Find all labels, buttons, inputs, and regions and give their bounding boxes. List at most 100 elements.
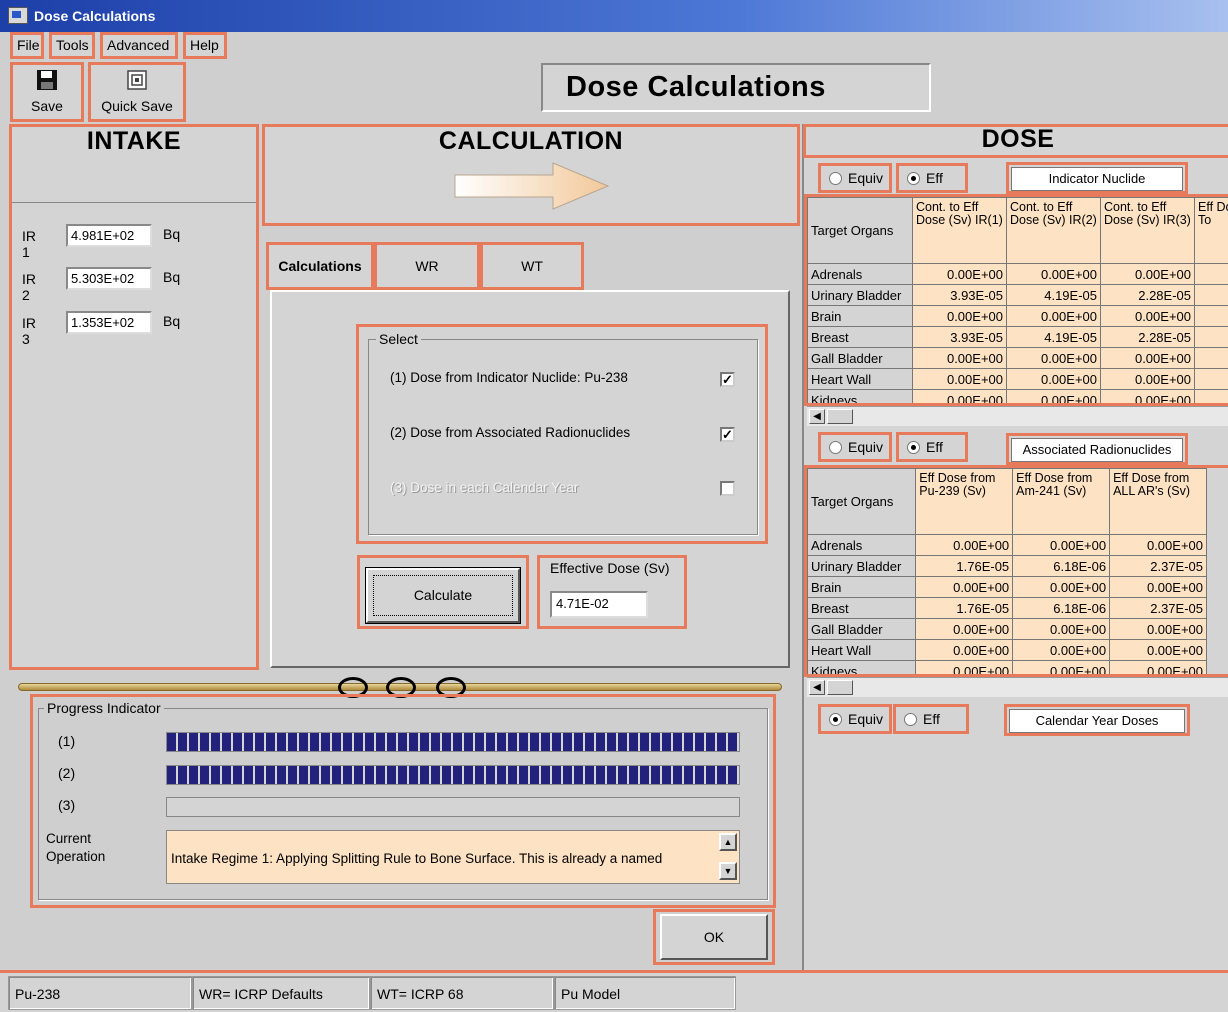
dose-cell[interactable]: 0.00E+00 <box>1012 639 1111 661</box>
dose-cell[interactable] <box>1194 263 1228 285</box>
dose-cell[interactable]: 0.00E+00 <box>1012 576 1111 598</box>
organ-cell[interactable]: Kidneys <box>807 389 913 403</box>
dose-cell[interactable]: 0.00E+00 <box>1109 534 1207 556</box>
tab-wt[interactable]: WT <box>480 242 584 290</box>
menu-file[interactable]: File <box>10 32 44 59</box>
associated-equiv-radio[interactable]: Equiv <box>818 432 892 462</box>
dose-cell[interactable]: 2.28E-05 <box>1100 284 1195 306</box>
dose-cell[interactable]: 2.28E-05 <box>1100 326 1195 348</box>
organ-cell[interactable]: Brain <box>807 305 913 327</box>
organ-cell[interactable]: Breast <box>807 597 917 619</box>
dose-cell[interactable]: 0.00E+00 <box>1100 347 1195 369</box>
calendar-eff-radio[interactable]: Eff <box>893 704 969 734</box>
dose-cell[interactable]: 4.19E-05 <box>1006 284 1101 306</box>
dose-cell[interactable]: 1.76E-05 <box>915 555 1014 577</box>
option1-checkbox[interactable]: ✓ <box>720 372 735 387</box>
associated-hscroll[interactable]: ◀ <box>807 677 1228 697</box>
intake-heading: INTAKE <box>86 127 182 155</box>
organ-cell[interactable]: Urinary Bladder <box>807 284 913 306</box>
ir2-label: IR 2 <box>22 271 36 303</box>
dose-cell[interactable]: 0.00E+00 <box>1012 534 1111 556</box>
organ-cell[interactable]: Heart Wall <box>807 639 917 661</box>
indicator-eff-radio[interactable]: Eff <box>896 163 968 193</box>
ir2-input[interactable] <box>66 267 152 290</box>
organ-cell[interactable]: Urinary Bladder <box>807 555 917 577</box>
dose-cell[interactable]: 0.00E+00 <box>1012 618 1111 640</box>
scroll-left-icon[interactable]: ◀ <box>809 409 825 424</box>
dose-cell[interactable]: 0.00E+00 <box>1006 263 1101 285</box>
dose-cell[interactable]: 0.00E+00 <box>1109 639 1207 661</box>
organ-cell[interactable]: Adrenals <box>807 263 913 285</box>
scroll-left-icon[interactable]: ◀ <box>809 680 825 695</box>
indicator-equiv-radio[interactable]: Equiv <box>818 163 892 193</box>
organ-cell[interactable]: Kidneys <box>807 660 917 674</box>
scroll-down-button[interactable]: ▼ <box>719 862 737 880</box>
dose-cell[interactable]: 0.00E+00 <box>1109 660 1207 674</box>
dose-cell[interactable] <box>1194 305 1228 327</box>
dose-cell[interactable]: 2.37E-05 <box>1109 597 1207 619</box>
dose-cell[interactable]: 3.93E-05 <box>912 326 1007 348</box>
dose-cell[interactable] <box>1194 347 1228 369</box>
tab-calculations[interactable]: Calculations <box>266 242 374 290</box>
dose-cell[interactable]: 1.76E-05 <box>915 597 1014 619</box>
ir3-input[interactable] <box>66 311 152 334</box>
dose-cell[interactable]: 0.00E+00 <box>1109 576 1207 598</box>
dose-cell[interactable]: 0.00E+00 <box>912 305 1007 327</box>
dose-cell[interactable]: 0.00E+00 <box>1012 660 1111 674</box>
dose-cell[interactable]: 0.00E+00 <box>915 534 1014 556</box>
dose-cell[interactable] <box>1194 368 1228 390</box>
dose-cell[interactable]: 0.00E+00 <box>1100 305 1195 327</box>
ir1-label: IR 1 <box>22 228 36 260</box>
dose-cell[interactable]: 4.19E-05 <box>1006 326 1101 348</box>
dose-cell[interactable]: 0.00E+00 <box>915 639 1014 661</box>
dose-cell[interactable]: 0.00E+00 <box>912 347 1007 369</box>
dose-cell[interactable]: 0.00E+00 <box>912 263 1007 285</box>
organ-cell[interactable]: Gall Bladder <box>807 618 917 640</box>
scroll-up-button[interactable]: ▲ <box>719 833 737 851</box>
dose-cell[interactable]: 0.00E+00 <box>1100 263 1195 285</box>
effective-dose-field[interactable]: 4.71E-02 <box>550 591 648 618</box>
ok-button[interactable]: OK <box>660 914 768 960</box>
dose-cell[interactable]: 0.00E+00 <box>915 660 1014 674</box>
calendar-equiv-radio[interactable]: Equiv <box>818 704 892 734</box>
organ-cell[interactable]: Heart Wall <box>807 368 913 390</box>
dose-cell[interactable]: 6.18E-06 <box>1012 597 1111 619</box>
save-button[interactable]: Save <box>10 62 84 122</box>
dose-cell[interactable]: 0.00E+00 <box>915 576 1014 598</box>
dose-cell[interactable]: 2.37E-05 <box>1109 555 1207 577</box>
associated-scroll-thumb[interactable] <box>827 680 853 695</box>
indicator-scroll-thumb[interactable] <box>827 409 853 424</box>
dose-cell[interactable]: 0.00E+00 <box>1006 305 1101 327</box>
dose-cell[interactable]: 0.00E+00 <box>1006 347 1101 369</box>
associated-eff-radio[interactable]: Eff <box>896 432 968 462</box>
table-row: Gall Bladder 0.00E+00 0.00E+00 0.00E+00 <box>807 618 1207 640</box>
dose-cell[interactable]: 6.18E-06 <box>1012 555 1111 577</box>
dose-cell[interactable]: 3.93E-05 <box>912 284 1007 306</box>
dose-cell[interactable] <box>1194 284 1228 306</box>
dose-cell[interactable]: 0.00E+00 <box>1109 618 1207 640</box>
menu-advanced[interactable]: Advanced <box>100 32 178 59</box>
option2-checkbox[interactable]: ✓ <box>720 427 735 442</box>
option1-label: (1) Dose from Indicator Nuclide: Pu-238 <box>390 370 628 385</box>
organ-cell[interactable]: Breast <box>807 326 913 348</box>
menu-tools[interactable]: Tools <box>49 32 95 59</box>
indicator-hscroll[interactable]: ◀ <box>807 406 1228 426</box>
dose-cell[interactable]: 0.00E+00 <box>915 618 1014 640</box>
dose-cell[interactable] <box>1194 389 1228 403</box>
dose-cell[interactable] <box>1194 326 1228 348</box>
quick-save-button[interactable]: Quick Save <box>88 62 186 122</box>
option3-checkbox[interactable] <box>720 481 735 496</box>
ir1-input[interactable] <box>66 224 152 247</box>
organ-cell[interactable]: Gall Bladder <box>807 347 913 369</box>
organ-cell[interactable]: Adrenals <box>807 534 917 556</box>
calculate-button[interactable]: Calculate <box>366 568 520 623</box>
dose-cell[interactable]: 0.00E+00 <box>1006 389 1101 403</box>
dose-cell[interactable]: 0.00E+00 <box>1006 368 1101 390</box>
organ-cell[interactable]: Brain <box>807 576 917 598</box>
dose-cell[interactable]: 0.00E+00 <box>1100 368 1195 390</box>
tab-wr[interactable]: WR <box>374 242 480 290</box>
menu-help[interactable]: Help <box>183 32 227 59</box>
dose-cell[interactable]: 0.00E+00 <box>1100 389 1195 403</box>
dose-cell[interactable]: 0.00E+00 <box>912 368 1007 390</box>
dose-cell[interactable]: 0.00E+00 <box>912 389 1007 403</box>
